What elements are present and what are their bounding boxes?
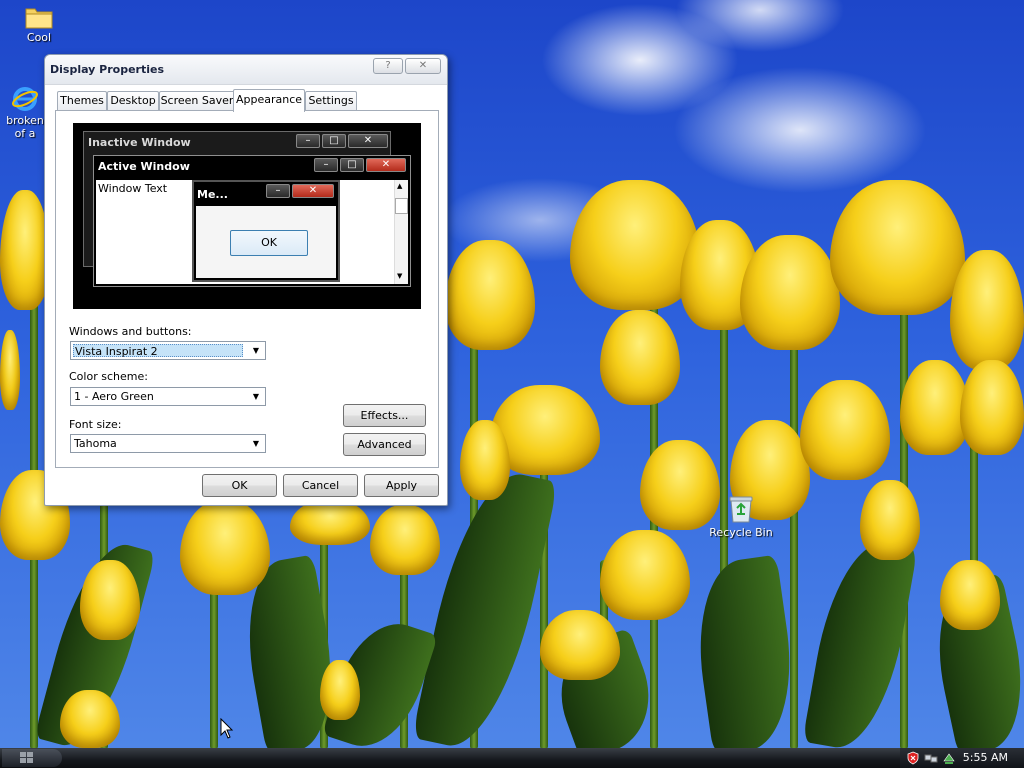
system-tray: 5:55 AM (900, 748, 1024, 768)
windows-and-buttons-value: Vista Inspirat 2 (73, 344, 243, 358)
help-button[interactable]: ? (373, 58, 403, 74)
preview-maximize-icon: □ (322, 134, 346, 148)
wallpaper-tulip (600, 530, 690, 620)
wallpaper-tulip (445, 240, 535, 350)
wallpaper-tulip (940, 560, 1000, 630)
wallpaper-tulip-stem (790, 340, 798, 748)
wallpaper-tulip (80, 560, 140, 640)
preview-close-icon: ✕ (348, 134, 388, 148)
color-scheme-value: 1 - Aero Green (74, 390, 154, 403)
preview-close-icon: ✕ (366, 158, 406, 172)
scroll-up-arrow-icon: ▲ (397, 182, 403, 190)
wallpaper-tulip (60, 690, 120, 748)
taskbar: 5:55 AM (0, 748, 1024, 768)
desktop-icon-label-line1: broken (6, 114, 44, 127)
preview-message-title: Me... (197, 188, 228, 201)
preview-minimize-icon: – (314, 158, 338, 172)
close-icon: ✕ (418, 60, 428, 71)
help-icon: ? (385, 60, 391, 71)
preview-maximize-icon: □ (340, 158, 364, 172)
preview-window-text: Window Text (98, 182, 168, 195)
wallpaper-tulip (950, 250, 1024, 370)
wallpaper-tulip (460, 420, 510, 500)
desktop-icon-recycle-bin[interactable]: Recycle Bin (706, 494, 776, 539)
windows-and-buttons-label: Windows and buttons: (69, 325, 192, 338)
wallpaper-tulip (180, 500, 270, 595)
wallpaper-tulip (860, 480, 920, 560)
preview-scrollbar: ▲ ▼ (394, 180, 408, 284)
wallpaper-leaf (687, 554, 803, 748)
advanced-button[interactable]: Advanced (343, 433, 426, 456)
desktop-icon-broken-shortcut[interactable]: broken of a (3, 86, 47, 140)
windows-logo-icon (20, 752, 33, 763)
display-properties-window: Display Properties ? ✕ Themes Desktop Sc… (44, 54, 448, 506)
scroll-thumb (395, 198, 408, 214)
wallpaper-tulip (800, 380, 890, 480)
font-size-label: Font size: (69, 418, 122, 431)
chevron-down-icon: ▼ (252, 392, 260, 401)
wallpaper-tulip (370, 505, 440, 575)
security-shield-icon[interactable] (906, 751, 920, 765)
wallpaper-tulip (320, 660, 360, 720)
preview-ok-button: OK (230, 230, 308, 256)
desktop-icon-cool[interactable]: Cool (4, 5, 74, 44)
appearance-preview: Inactive Window – □ ✕ Active Window – □ … (73, 123, 421, 309)
preview-message-body: OK (196, 206, 336, 278)
apply-button[interactable]: Apply (364, 474, 439, 497)
font-size-select[interactable]: Tahoma ▼ (70, 434, 266, 453)
ok-button[interactable]: OK (202, 474, 277, 497)
preview-active-title: Active Window (98, 160, 190, 173)
taskbar-clock[interactable]: 5:55 AM (963, 751, 1008, 764)
desktop-icon-label: Cool (26, 31, 52, 44)
recycle-bin-icon (729, 496, 753, 523)
scroll-down-arrow-icon: ▼ (397, 272, 403, 280)
preview-close-icon: ✕ (292, 184, 334, 198)
folder-icon (25, 8, 53, 29)
internet-explorer-icon (12, 87, 38, 111)
effects-button[interactable]: Effects... (343, 404, 426, 427)
wallpaper-tulip (600, 310, 680, 405)
wallpaper-tulip (540, 610, 620, 680)
color-scheme-select[interactable]: 1 - Aero Green ▼ (70, 387, 266, 406)
cancel-button[interactable]: Cancel (283, 474, 358, 497)
chevron-down-icon: ▼ (252, 439, 260, 448)
windows-and-buttons-select[interactable]: Vista Inspirat 2 ▼ (70, 341, 266, 360)
preview-minimize-icon: – (296, 134, 320, 148)
tab-settings[interactable]: Settings (305, 91, 357, 111)
wallpaper-tulip (0, 330, 20, 410)
desktop-icon-label: Recycle Bin (709, 526, 773, 539)
wallpaper-tulip (830, 180, 965, 315)
title-bar[interactable]: Display Properties ? ✕ (45, 55, 447, 85)
wallpaper-tulip (740, 235, 840, 350)
safely-remove-icon[interactable] (942, 751, 956, 765)
desktop-icon-label-line2: of a (14, 127, 36, 140)
wallpaper-tulip (290, 500, 370, 545)
wallpaper-tulip (0, 190, 50, 310)
appearance-panel: Inactive Window – □ ✕ Active Window – □ … (55, 110, 439, 468)
tab-themes[interactable]: Themes (57, 91, 107, 111)
close-button[interactable]: ✕ (405, 58, 441, 74)
preview-active-window: Active Window – □ ✕ Window Text ▲ ▼ Me..… (93, 155, 411, 287)
wallpaper-tulip (960, 360, 1024, 455)
window-title: Display Properties (50, 63, 165, 76)
mouse-cursor-icon (220, 718, 234, 739)
chevron-down-icon: ▼ (252, 346, 260, 355)
tab-screen-saver[interactable]: Screen Saver (159, 91, 235, 111)
preview-inactive-title: Inactive Window (88, 136, 191, 149)
font-size-value: Tahoma (74, 437, 117, 450)
tab-desktop[interactable]: Desktop (107, 91, 159, 111)
network-icon[interactable] (924, 751, 938, 765)
start-button[interactable] (2, 749, 62, 767)
color-scheme-label: Color scheme: (69, 370, 148, 383)
tab-appearance[interactable]: Appearance (233, 89, 305, 112)
preview-minimize-icon: – (266, 184, 290, 198)
wallpaper-leaf (411, 463, 559, 748)
preview-message-box: Me... – ✕ OK (192, 180, 340, 282)
